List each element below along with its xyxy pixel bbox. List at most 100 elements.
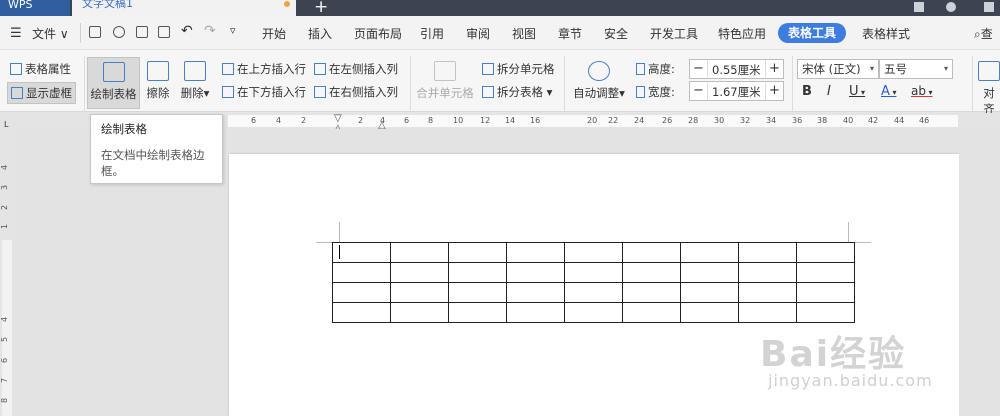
font-size-select[interactable]: 五号 ▾: [879, 59, 953, 79]
table-cell[interactable]: [448, 302, 507, 323]
table-cell[interactable]: [796, 282, 855, 303]
column-width-value[interactable]: 1.67厘米: [712, 84, 761, 100]
hamburger-icon[interactable]: ☰: [10, 26, 22, 41]
table-cell[interactable]: [622, 242, 681, 263]
table-cell[interactable]: [564, 262, 623, 283]
search-button[interactable]: ⌕查: [974, 25, 993, 42]
column-width-increase-button[interactable]: +: [765, 82, 783, 100]
save-icon[interactable]: [89, 26, 101, 38]
merge-cells-button[interactable]: 合并单元格: [416, 61, 474, 101]
table-cell[interactable]: [332, 302, 391, 323]
table-cell[interactable]: [332, 242, 391, 263]
minimize-icon[interactable]: [984, 2, 994, 12]
table-cell[interactable]: [680, 262, 739, 283]
table-properties-button[interactable]: 表格属性: [10, 61, 71, 77]
table-cell[interactable]: [796, 242, 855, 263]
table-cell[interactable]: [564, 302, 623, 323]
menu-table-tools[interactable]: 表格工具: [778, 23, 846, 43]
menu-insert[interactable]: 插入: [308, 25, 332, 42]
split-table-dropdown[interactable]: 拆分表格 ▾: [482, 84, 552, 100]
menu-review[interactable]: 审阅: [466, 25, 490, 42]
tab-stop-selector-icon[interactable]: L: [4, 120, 8, 129]
table-cell[interactable]: [448, 242, 507, 263]
delete-dropdown[interactable]: 删除▾: [178, 61, 212, 101]
insert-column-right-button[interactable]: 在右侧插入列: [314, 84, 398, 100]
table-cell[interactable]: [506, 262, 565, 283]
settings-icon[interactable]: [946, 2, 956, 12]
bold-button[interactable]: B: [802, 84, 812, 99]
table-cell[interactable]: [332, 282, 391, 303]
table-cell[interactable]: [390, 302, 449, 323]
print-preview-icon[interactable]: [158, 26, 170, 38]
auto-fit-dropdown[interactable]: 自动调整▾: [570, 61, 628, 101]
insert-row-above-button[interactable]: 在上方插入行: [222, 61, 306, 77]
undo-icon[interactable]: ↶: [181, 23, 193, 39]
menu-references[interactable]: 引用: [420, 25, 444, 42]
row-height-stepper[interactable]: − 0.55厘米 +: [689, 59, 784, 79]
table-cell[interactable]: [390, 282, 449, 303]
column-width-decrease-button[interactable]: −: [690, 82, 708, 100]
table-cell[interactable]: [448, 262, 507, 283]
insert-row-below-button[interactable]: 在下方插入行: [222, 84, 306, 100]
italic-button[interactable]: I: [827, 84, 831, 99]
table-cell[interactable]: [564, 242, 623, 263]
table-cell[interactable]: [680, 302, 739, 323]
redo-icon[interactable]: ↷: [204, 23, 216, 39]
row-height-decrease-button[interactable]: −: [690, 60, 708, 78]
show-gridlines-toggle[interactable]: 显示虚框: [7, 82, 76, 104]
font-color-button[interactable]: A ▾: [881, 84, 896, 99]
menu-table-style[interactable]: 表格样式: [862, 25, 910, 42]
show-gridlines-label: 显示虚框: [26, 86, 72, 100]
erase-button[interactable]: 擦除: [143, 61, 173, 101]
print-icon[interactable]: [136, 26, 148, 38]
menu-view[interactable]: 视图: [512, 25, 536, 42]
table-cell[interactable]: [390, 262, 449, 283]
draw-table-tooltip: 绘制表格 在文档中绘制表格边框。: [90, 114, 223, 184]
menu-special-apps[interactable]: 特色应用: [718, 25, 766, 42]
draw-table-button[interactable]: 绘制表格: [87, 57, 140, 109]
text-caret: [339, 245, 340, 259]
table-cell[interactable]: [506, 302, 565, 323]
table-cell[interactable]: [796, 302, 855, 323]
wps-app-tab[interactable]: WPS: [0, 0, 70, 16]
table-cell[interactable]: [738, 282, 797, 303]
underline-button[interactable]: U ▾: [849, 84, 865, 99]
table-cell[interactable]: [738, 302, 797, 323]
menu-section[interactable]: 章节: [558, 25, 582, 42]
table-cell[interactable]: [738, 242, 797, 263]
highlight-button[interactable]: ab ▾: [911, 84, 933, 98]
table-cell[interactable]: [796, 262, 855, 283]
column-width-stepper[interactable]: − 1.67厘米 +: [689, 81, 784, 101]
table-cell[interactable]: [622, 282, 681, 303]
table-cell[interactable]: [680, 242, 739, 263]
table-cell[interactable]: [680, 282, 739, 303]
table-cell[interactable]: [738, 262, 797, 283]
table-cell[interactable]: [506, 282, 565, 303]
table-cell[interactable]: [448, 282, 507, 303]
table-cell[interactable]: [622, 262, 681, 283]
split-cells-button[interactable]: 拆分单元格: [482, 61, 555, 77]
user-icon[interactable]: [914, 2, 924, 12]
draw-table-icon: [102, 62, 125, 82]
document-table[interactable]: [332, 242, 855, 323]
ruler-tick-label: 14: [505, 116, 516, 125]
row-height-increase-button[interactable]: +: [765, 60, 783, 78]
table-cell[interactable]: [564, 282, 623, 303]
table-cell[interactable]: [390, 242, 449, 263]
menu-security[interactable]: 安全: [604, 25, 628, 42]
file-menu[interactable]: 文件 ∨: [32, 25, 69, 42]
format-painter-icon[interactable]: [113, 26, 125, 38]
document-tab[interactable]: 文字文稿1: [72, 0, 296, 16]
customize-quick-access-icon[interactable]: ▿: [230, 24, 236, 37]
table-cell[interactable]: [332, 262, 391, 283]
menu-developer-tools[interactable]: 开发工具: [650, 25, 698, 42]
menu-start[interactable]: 开始: [262, 25, 286, 42]
insert-column-left-button[interactable]: 在左侧插入列: [314, 61, 398, 77]
align-button[interactable]: 对齐: [978, 61, 1000, 117]
menu-page-layout[interactable]: 页面布局: [354, 25, 402, 42]
table-cell[interactable]: [622, 302, 681, 323]
font-name-select[interactable]: 宋体 (正文) ▾: [797, 59, 879, 79]
row-height-value[interactable]: 0.55厘米: [712, 62, 761, 78]
new-tab-button[interactable]: +: [314, 0, 328, 17]
table-cell[interactable]: [506, 242, 565, 263]
